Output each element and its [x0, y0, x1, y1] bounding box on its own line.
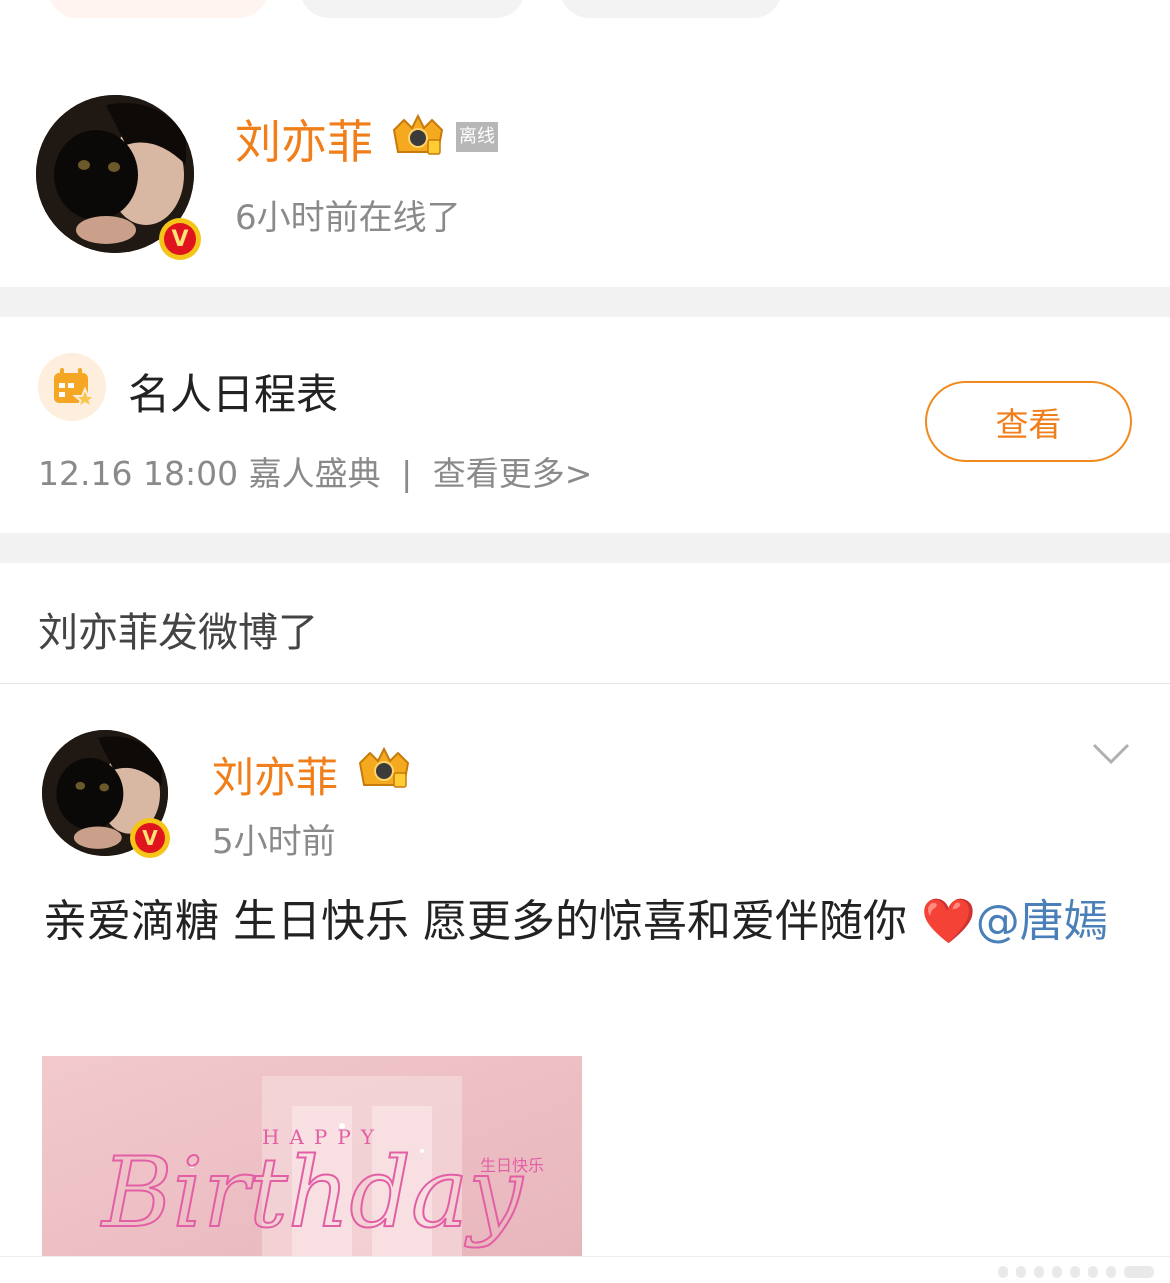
top-tab-pills [0, 0, 1170, 24]
crown-icon [392, 113, 444, 155]
divider [0, 683, 1170, 684]
view-button[interactable]: 查看 [925, 381, 1132, 462]
online-status-text: 6小时前在线了 [235, 198, 461, 238]
post-time: 5小时前 [212, 822, 336, 862]
chevron-down-icon[interactable] [1092, 742, 1130, 766]
post-body: 亲爱滴糖 生日快乐 愿更多的惊喜和爱伴随你 [43, 896, 921, 947]
crown-icon [358, 746, 410, 788]
schedule-info: 12.16 18:00 嘉人盛典 | 查看更多> [38, 447, 592, 495]
schedule-more-link[interactable]: 查看更多> [433, 454, 593, 493]
heart-emoji-icon: ❤️ [920, 896, 976, 947]
scroll-indicator-icon [998, 1266, 1154, 1278]
verified-badge: V [159, 218, 201, 260]
celebrity-schedule-card[interactable]: 名人日程表 12.16 18:00 嘉人盛典 | 查看更多> 查看 [0, 317, 1170, 533]
status-badge: 离线 [456, 122, 498, 152]
schedule-datetime: 12.16 18:00 [38, 454, 239, 493]
image-text-birthday: Birthday [100, 1137, 524, 1249]
section-divider [0, 287, 1170, 317]
schedule-title: 名人日程表 [128, 370, 339, 419]
top-pill-2[interactable] [300, 0, 525, 18]
profile-name[interactable]: 刘亦菲 [235, 106, 373, 172]
post-image[interactable]: HAPPY 生日快乐 Birthday [42, 1056, 582, 1256]
verified-v-icon: V [164, 223, 196, 255]
verified-v-icon: V [135, 823, 165, 853]
section-divider [0, 533, 1170, 563]
feed-header: 刘亦菲发微博了 [38, 610, 318, 656]
verified-badge: V [130, 818, 170, 858]
schedule-separator: | [401, 454, 413, 493]
top-pill-3[interactable] [560, 0, 782, 18]
schedule-event: 嘉人盛典 [248, 454, 381, 493]
bottom-strip [0, 1256, 1170, 1283]
calendar-star-icon [38, 353, 106, 421]
post-text: 亲爱滴糖 生日快乐 愿更多的惊喜和爱伴随你 ❤️@唐嫣 [43, 888, 1133, 956]
mention-link[interactable]: @唐嫣 [976, 896, 1108, 947]
top-pill-1[interactable] [48, 0, 268, 18]
post-author-name[interactable]: 刘亦菲 [212, 744, 338, 805]
profile-card: V 刘亦菲 离线 6小时前在线了 [0, 60, 1170, 287]
